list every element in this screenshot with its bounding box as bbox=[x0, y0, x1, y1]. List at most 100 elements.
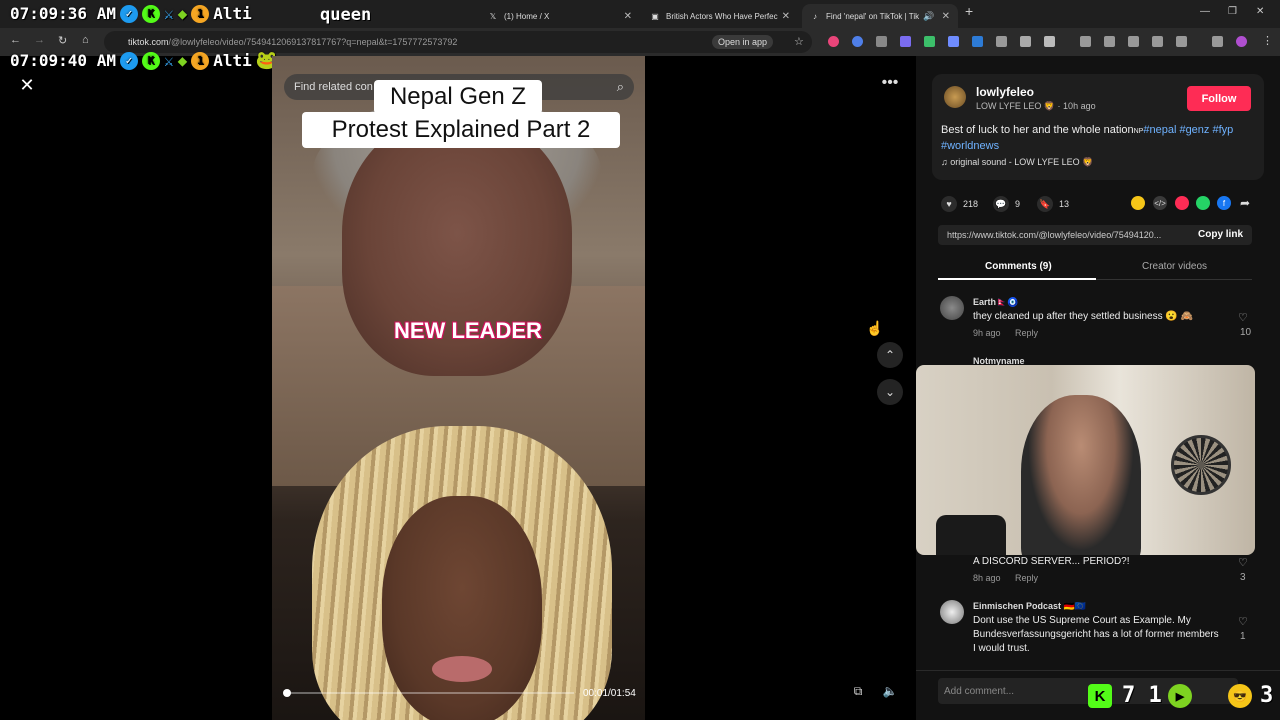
author-name[interactable]: lowlyfeleo bbox=[976, 85, 1034, 99]
overlay-queen-text: queen bbox=[320, 5, 372, 25]
extension-icon[interactable] bbox=[924, 36, 935, 47]
close-icon[interactable]: ✕ bbox=[942, 11, 950, 22]
browser-tab-x[interactable]: 𝕏 (1) Home / X ✕ bbox=[480, 4, 640, 28]
close-icon[interactable]: ✕ bbox=[624, 11, 632, 22]
tab-comments[interactable]: Comments (9) bbox=[985, 261, 1052, 272]
sword-icon: ⚔ bbox=[163, 4, 174, 23]
save-count: 13 bbox=[1059, 199, 1070, 209]
tab-label: Find 'nepal' on TikTok | Tik bbox=[826, 11, 920, 21]
like-stat[interactable]: ♥ 218 bbox=[941, 196, 978, 212]
heart-icon[interactable]: ♥ bbox=[941, 196, 957, 212]
comment-stat[interactable]: 💬 9 bbox=[993, 196, 1020, 212]
comment-author[interactable]: Einmischen Podcast 🇩🇪🇪🇺 bbox=[973, 601, 1086, 612]
window-close-icon[interactable]: ✕ bbox=[1256, 6, 1264, 17]
save-stat[interactable]: 🔖 13 bbox=[1037, 196, 1069, 212]
comment-avatar[interactable] bbox=[940, 296, 964, 320]
x-logo-icon: 𝕏 bbox=[489, 11, 497, 21]
sunglasses-emote-icon: 😎 bbox=[1228, 684, 1252, 708]
home-icon[interactable]: ⌂ bbox=[82, 34, 89, 46]
previous-video-button[interactable]: ⌃ bbox=[877, 342, 903, 368]
browser-tab-tiktok[interactable]: ♪ Find 'nepal' on TikTok | Tik 🔊 ✕ bbox=[802, 4, 958, 28]
extension-icon[interactable] bbox=[972, 36, 983, 47]
alt-label: Alti bbox=[213, 51, 252, 70]
speaker-icon[interactable]: 🔊 bbox=[923, 11, 934, 22]
reply-button[interactable]: Reply bbox=[1015, 573, 1038, 583]
back-arrow-icon[interactable]: ← bbox=[10, 34, 21, 46]
overlay-counts: 7 1 bbox=[1122, 683, 1162, 708]
next-video-button[interactable]: ⌄ bbox=[877, 379, 903, 405]
more-vertical-icon[interactable]: ⋮ bbox=[1262, 34, 1273, 47]
kick-logo-icon: K bbox=[141, 51, 160, 70]
extension-icon[interactable] bbox=[996, 36, 1007, 47]
send-icon[interactable] bbox=[1175, 196, 1189, 210]
post-description: Best of luck to her and the whole nation… bbox=[941, 124, 1234, 152]
extension-icon[interactable] bbox=[1020, 36, 1031, 47]
comment-bubble-icon[interactable]: 💬 bbox=[993, 196, 1009, 212]
page-icon: ▣ bbox=[651, 11, 659, 21]
comment-author[interactable]: Earth🇳🇵🧿 bbox=[973, 297, 1018, 308]
comment-like-icon[interactable]: ♡ bbox=[1238, 311, 1248, 324]
extension-icon[interactable] bbox=[852, 36, 863, 47]
comment-like-icon[interactable]: ♡ bbox=[1238, 615, 1248, 628]
verified-icon: ✓ bbox=[119, 51, 138, 70]
webcam-person bbox=[1021, 395, 1141, 555]
comment-avatar[interactable] bbox=[940, 600, 964, 624]
whatsapp-icon[interactable] bbox=[1196, 196, 1210, 210]
tiktok-logo-icon: ♪ bbox=[813, 11, 817, 21]
extension-icon[interactable] bbox=[828, 36, 839, 47]
history-icon[interactable] bbox=[1080, 36, 1091, 47]
progress-knob[interactable] bbox=[282, 689, 291, 697]
video-frame-lips bbox=[432, 656, 492, 682]
mouse-cursor-icon: ☝ bbox=[866, 320, 884, 336]
bookmark-star-icon[interactable]: ☆ bbox=[794, 35, 804, 48]
reply-button[interactable]: Reply bbox=[1015, 328, 1038, 338]
tab-creator-videos[interactable]: Creator videos bbox=[1142, 261, 1207, 272]
video-player[interactable] bbox=[272, 56, 645, 720]
diamond-icon: ◆ bbox=[177, 4, 188, 23]
settings-icon[interactable] bbox=[1104, 36, 1115, 47]
extension-icon[interactable] bbox=[948, 36, 959, 47]
reading-list-icon[interactable] bbox=[1176, 36, 1187, 47]
restore-icon[interactable]: ❐ bbox=[1228, 6, 1237, 17]
comment-like-icon[interactable]: ♡ bbox=[1238, 556, 1248, 569]
extension-icon[interactable] bbox=[876, 36, 887, 47]
author-avatar[interactable] bbox=[944, 86, 966, 108]
follow-button[interactable]: Follow bbox=[1187, 86, 1251, 111]
overlay-clock-1: 07:09:36 AM ✓ K ⚔ ◆ 1 Alti bbox=[10, 4, 252, 23]
comment-text: A DISCORD SERVER... PERIOD?! bbox=[973, 556, 1130, 567]
extension-puzzle-icon[interactable] bbox=[1044, 36, 1055, 47]
video-time: 00:01/01:54 bbox=[583, 688, 636, 699]
facebook-icon[interactable]: f bbox=[1217, 196, 1231, 210]
reload-icon[interactable]: ↻ bbox=[58, 34, 67, 47]
browser-tab-british-actors[interactable]: ▣ British Actors Who Have Perfec ✕ bbox=[642, 4, 798, 28]
comment-like-count: 1 bbox=[1240, 631, 1246, 642]
volume-icon[interactable]: 🔈 bbox=[880, 684, 900, 702]
close-icon[interactable]: ✕ bbox=[782, 11, 790, 22]
copy-link-button[interactable]: Copy link bbox=[1198, 229, 1243, 240]
extension-icon[interactable] bbox=[900, 36, 911, 47]
comment-like-count: 10 bbox=[1240, 327, 1252, 338]
embed-code-icon[interactable]: </> bbox=[1153, 196, 1167, 210]
sidebar-icon[interactable] bbox=[1152, 36, 1163, 47]
search-icon[interactable]: ⌕ bbox=[617, 79, 624, 95]
forward-arrow-icon[interactable]: → bbox=[34, 34, 45, 46]
like-count: 218 bbox=[963, 199, 979, 209]
open-in-app-button[interactable]: Open in app bbox=[712, 35, 774, 49]
devtools-icon[interactable] bbox=[1128, 36, 1139, 47]
diamond-icon: ◆ bbox=[177, 51, 188, 70]
comment-meta: 9h ago Reply bbox=[973, 328, 1038, 338]
more-options-icon[interactable]: ••• bbox=[878, 74, 902, 98]
menu-lines-icon[interactable] bbox=[1212, 36, 1223, 47]
new-tab-button[interactable]: + bbox=[965, 3, 973, 19]
sound-link[interactable]: ♫ original sound - LOW LYFE LEO 🦁 bbox=[941, 157, 1093, 168]
search-placeholder: Find related con bbox=[294, 81, 373, 93]
share-arrow-icon[interactable]: ➦ bbox=[1238, 196, 1252, 210]
profile-avatar[interactable] bbox=[1236, 36, 1247, 47]
close-video-button[interactable]: ✕ bbox=[16, 74, 38, 96]
picture-in-picture-icon[interactable]: ⧉ bbox=[848, 684, 868, 702]
minimize-icon[interactable]: — bbox=[1200, 6, 1210, 17]
video-progress-bar[interactable] bbox=[282, 689, 574, 697]
author-subtitle: LOW LYFE LEO 🦁 · 10h ago bbox=[976, 101, 1096, 111]
bookmark-icon[interactable]: 🔖 bbox=[1037, 196, 1053, 212]
coin-share-icon[interactable] bbox=[1131, 196, 1145, 210]
